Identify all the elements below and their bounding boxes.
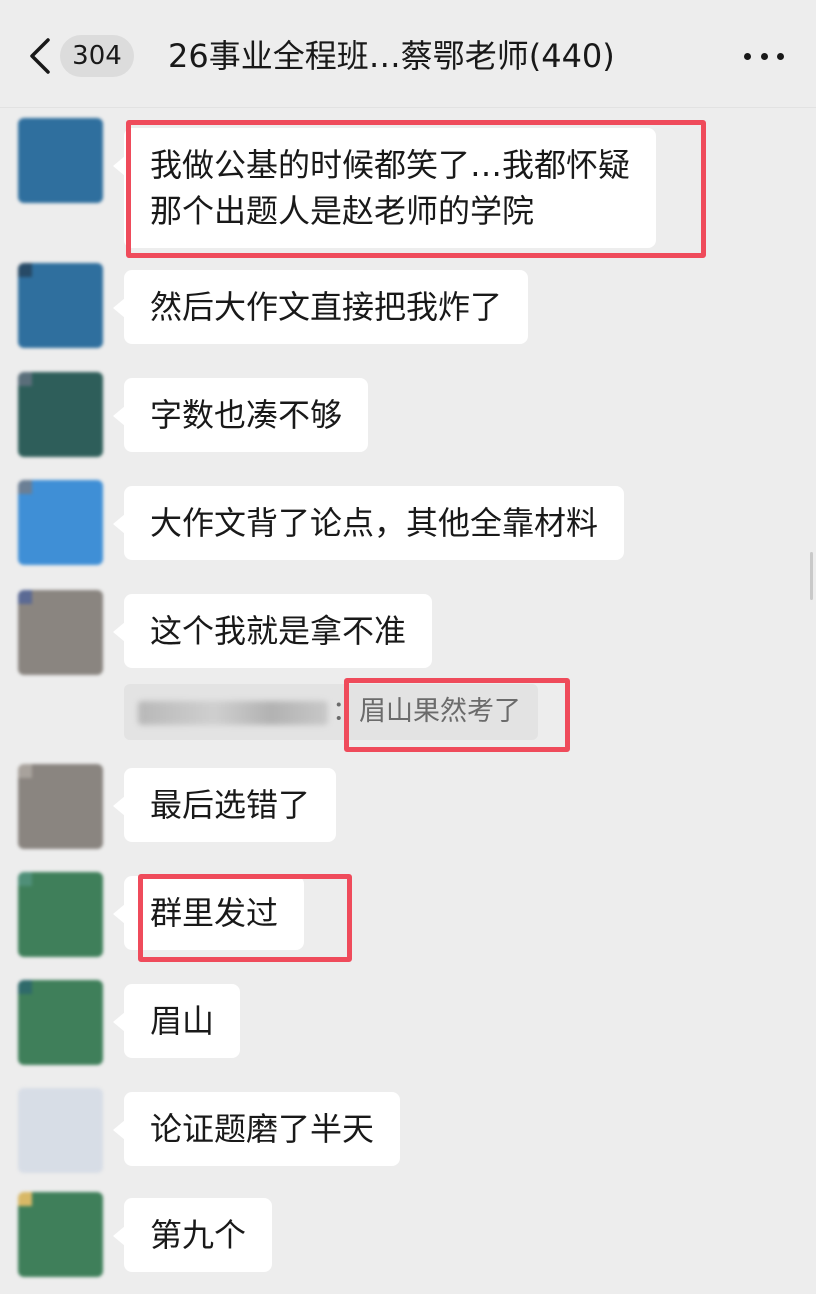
message-bubble[interactable]: 然后大作文直接把我炸了 [112,270,529,344]
message-text: 大作文背了论点，其他全靠材料 [150,504,599,542]
quoted-reply[interactable]: ：眉山果然考了 [124,684,538,740]
message-text: 这个我就是拿不准 [150,612,407,650]
chat-header: 304 26事业全程班…蔡鄂老师(440) [0,0,816,108]
avatar[interactable] [18,480,103,565]
message-text: 那个出题人是赵老师的学院 [150,192,535,230]
avatar[interactable] [18,590,103,675]
avatar[interactable] [18,980,103,1065]
avatar[interactable] [18,1088,103,1173]
message-bubble[interactable]: 我做公基的时候都笑了…我都怀疑 那个出题人是赵老师的学院 [112,128,657,248]
quote-separator: ： [332,696,359,727]
chat-title[interactable]: 26事业全程班…蔡鄂老师(440) [168,28,648,84]
avatar[interactable] [18,872,103,957]
scrollbar[interactable] [810,552,813,600]
message-text: 眉山 [150,1002,215,1040]
message-bubble[interactable]: 大作文背了论点，其他全靠材料 [112,486,625,560]
quoted-text: 眉山果然考了 [359,696,521,727]
more-dots-icon[interactable] [740,38,788,74]
avatar[interactable] [18,1192,103,1277]
message-text: 最后选错了 [150,786,311,824]
avatar[interactable] [18,372,103,457]
message-bubble[interactable]: 群里发过 [112,876,305,950]
message-text: 第九个 [150,1216,247,1254]
back-icon[interactable] [22,36,62,76]
avatar[interactable] [18,118,103,203]
message-bubble[interactable]: 眉山 [112,984,241,1058]
avatar[interactable] [18,764,103,849]
message-text: 论证题磨了半天 [150,1110,375,1148]
message-text: 然后大作文直接把我炸了 [150,288,503,326]
message-bubble[interactable]: 最后选错了 [112,768,337,842]
header-divider [0,107,816,108]
avatar[interactable] [18,263,103,348]
message-bubble[interactable]: 这个我就是拿不准 [112,594,433,668]
quoted-sender-blurred [138,700,328,725]
message-text: 群里发过 [150,894,279,932]
message-text: 我做公基的时候都笑了…我都怀疑 [150,146,631,184]
unread-count-badge[interactable]: 304 [60,35,134,77]
message-bubble[interactable]: 第九个 [112,1198,273,1272]
message-text: 字数也凑不够 [150,396,343,434]
message-bubble[interactable]: 论证题磨了半天 [112,1092,401,1166]
message-bubble[interactable]: 字数也凑不够 [112,378,369,452]
